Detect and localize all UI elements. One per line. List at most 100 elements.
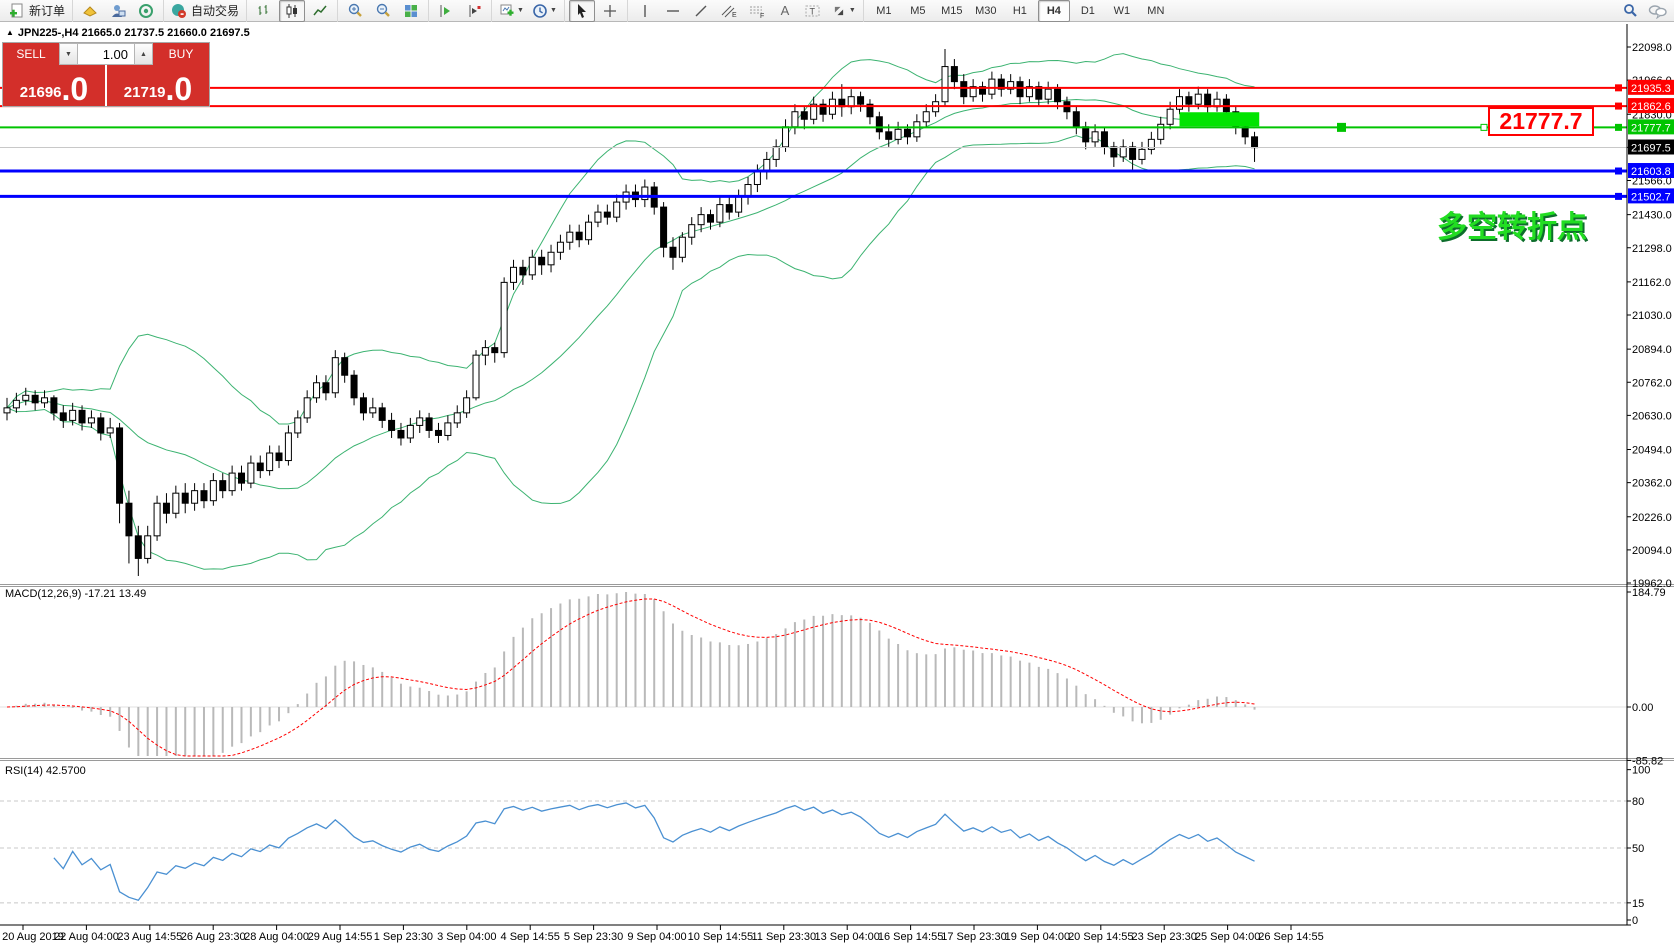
time-axis-label: 23 Sep 23:30	[1131, 931, 1196, 943]
candle-body	[1205, 94, 1211, 107]
rsi-axis-label: 50	[1632, 843, 1644, 855]
candle-body	[407, 425, 413, 438]
candle-body	[961, 82, 967, 97]
chat-button[interactable]	[1645, 0, 1671, 22]
text-label-button[interactable]: T	[800, 0, 826, 22]
buy-button[interactable]: 21719.0	[107, 65, 209, 106]
level-endpoint-handle[interactable]	[1615, 84, 1622, 91]
profiles-icon	[532, 3, 548, 19]
bar-chart-button[interactable]	[251, 0, 277, 22]
candle-body	[726, 205, 732, 213]
new-chart-button[interactable]: ▼	[496, 0, 527, 22]
symbol-info-line: ▲JPN225-,H4 21665.0 21737.5 21660.0 2169…	[6, 27, 250, 39]
timeframe-m30[interactable]: M30	[970, 0, 1002, 22]
candle-body	[389, 420, 395, 430]
candlestick-chart-button[interactable]	[279, 0, 305, 22]
timeframe-mn[interactable]: MN	[1140, 0, 1172, 22]
pane-separator[interactable]	[0, 760, 1674, 761]
toolbar-group-zoom	[337, 0, 428, 22]
zoom-in-button[interactable]	[342, 0, 368, 22]
timeframe-m1[interactable]: M1	[868, 0, 900, 22]
timeframe-h4[interactable]: H4	[1038, 0, 1070, 22]
candle-body	[604, 212, 610, 217]
highlight-zone-rect[interactable]	[1180, 112, 1260, 126]
level-endpoint-handle[interactable]	[1615, 193, 1622, 200]
y-axis-tick-label: 21030.0	[1632, 310, 1672, 322]
candle-body	[154, 503, 160, 536]
text-button[interactable]: A	[772, 0, 798, 22]
line-chart-button[interactable]	[307, 0, 333, 22]
zoom-out-icon	[375, 3, 391, 19]
vertical-line-button[interactable]	[632, 0, 658, 22]
collapse-panel-icon[interactable]: ▲	[6, 28, 14, 37]
fibonacci-button[interactable]: F	[744, 0, 770, 22]
toolbar-group-objects: E F A T ▼	[627, 0, 863, 22]
pane-separator[interactable]	[0, 584, 1674, 585]
data-window-button[interactable]	[105, 0, 131, 22]
timeframe-d1[interactable]: D1	[1072, 0, 1104, 22]
autoscroll-button[interactable]	[461, 0, 487, 22]
y-axis-tick-label: 21298.0	[1632, 243, 1672, 255]
candle-body	[1083, 127, 1089, 142]
candle-body	[708, 215, 714, 223]
timeframe-w1[interactable]: W1	[1106, 0, 1138, 22]
level-center-handle[interactable]	[1337, 123, 1346, 132]
navigator-button[interactable]	[133, 0, 159, 22]
chart-annotation-text: 多空转折点	[1437, 202, 1587, 246]
search-button[interactable]	[1617, 0, 1643, 22]
vertical-line-icon	[638, 3, 652, 19]
buy-price-big-digit: .0	[166, 76, 193, 103]
level-endpoint-handle[interactable]	[1615, 168, 1622, 175]
toolbar-group-charttype	[246, 0, 337, 22]
equidistant-channel-button[interactable]: E	[716, 0, 742, 22]
callout-anchor-handle[interactable]	[1481, 124, 1487, 130]
level-endpoint-handle[interactable]	[1615, 124, 1622, 131]
timeframe-m15[interactable]: M15	[936, 0, 968, 22]
profiles-button[interactable]: ▼	[529, 0, 560, 22]
sell-button[interactable]: 21696.0	[3, 65, 105, 106]
axis-price-flag-label: 21697.5	[1631, 143, 1671, 155]
pane-separator[interactable]	[0, 758, 1674, 759]
candle-body	[792, 112, 798, 127]
candle-body	[1195, 94, 1201, 104]
candle-body	[679, 237, 685, 257]
volume-decrease-button[interactable]: ▼	[59, 43, 78, 65]
candle-body	[70, 410, 76, 420]
candle-body	[567, 232, 573, 242]
market-watch-button[interactable]	[77, 0, 103, 22]
autotrade-button[interactable]: 自动交易	[168, 0, 242, 22]
candle-body	[473, 355, 479, 398]
candle-body	[398, 430, 404, 438]
trendline-button[interactable]	[688, 0, 714, 22]
candle-body	[379, 408, 385, 421]
chart-area[interactable]: 22098.021966.021830.021698.021566.021430…	[0, 0, 1674, 948]
volume-increase-button[interactable]: ▲	[134, 43, 153, 65]
pane-separator[interactable]	[0, 586, 1674, 587]
tile-windows-button[interactable]	[398, 0, 424, 22]
cursor-icon	[574, 3, 590, 19]
horizontal-line-button[interactable]	[660, 0, 686, 22]
time-axis-label: 9 Sep 04:00	[627, 931, 686, 943]
new-order-label: 新订单	[29, 2, 65, 19]
arrows-button[interactable]: ▼	[828, 0, 859, 22]
candle-body	[13, 400, 19, 408]
time-axis-label: 20 Sep 14:55	[1068, 931, 1133, 943]
autoscroll-icon	[466, 3, 482, 19]
zoom-out-button[interactable]	[370, 0, 396, 22]
level-endpoint-handle[interactable]	[1615, 103, 1622, 110]
timeframe-m5[interactable]: M5	[902, 0, 934, 22]
candle-body	[492, 348, 498, 353]
new-order-button[interactable]: 新订单	[6, 0, 68, 22]
volume-input[interactable]: 1.00	[78, 43, 134, 65]
timeframe-h1[interactable]: H1	[1004, 0, 1036, 22]
crosshair-button[interactable]	[597, 0, 623, 22]
axis-price-flag-label: 21603.8	[1631, 166, 1671, 178]
zoom-in-icon	[347, 3, 363, 19]
axis-price-flag-label: 21862.6	[1631, 101, 1671, 113]
toolbar-group-order: 新订单	[2, 0, 72, 22]
cursor-button[interactable]	[569, 0, 595, 22]
candle-body	[717, 205, 723, 223]
y-axis-tick-label: 20094.0	[1632, 545, 1672, 557]
price-callout-box[interactable]: 21777.7	[1488, 107, 1594, 136]
shift-chart-button[interactable]	[433, 0, 459, 22]
